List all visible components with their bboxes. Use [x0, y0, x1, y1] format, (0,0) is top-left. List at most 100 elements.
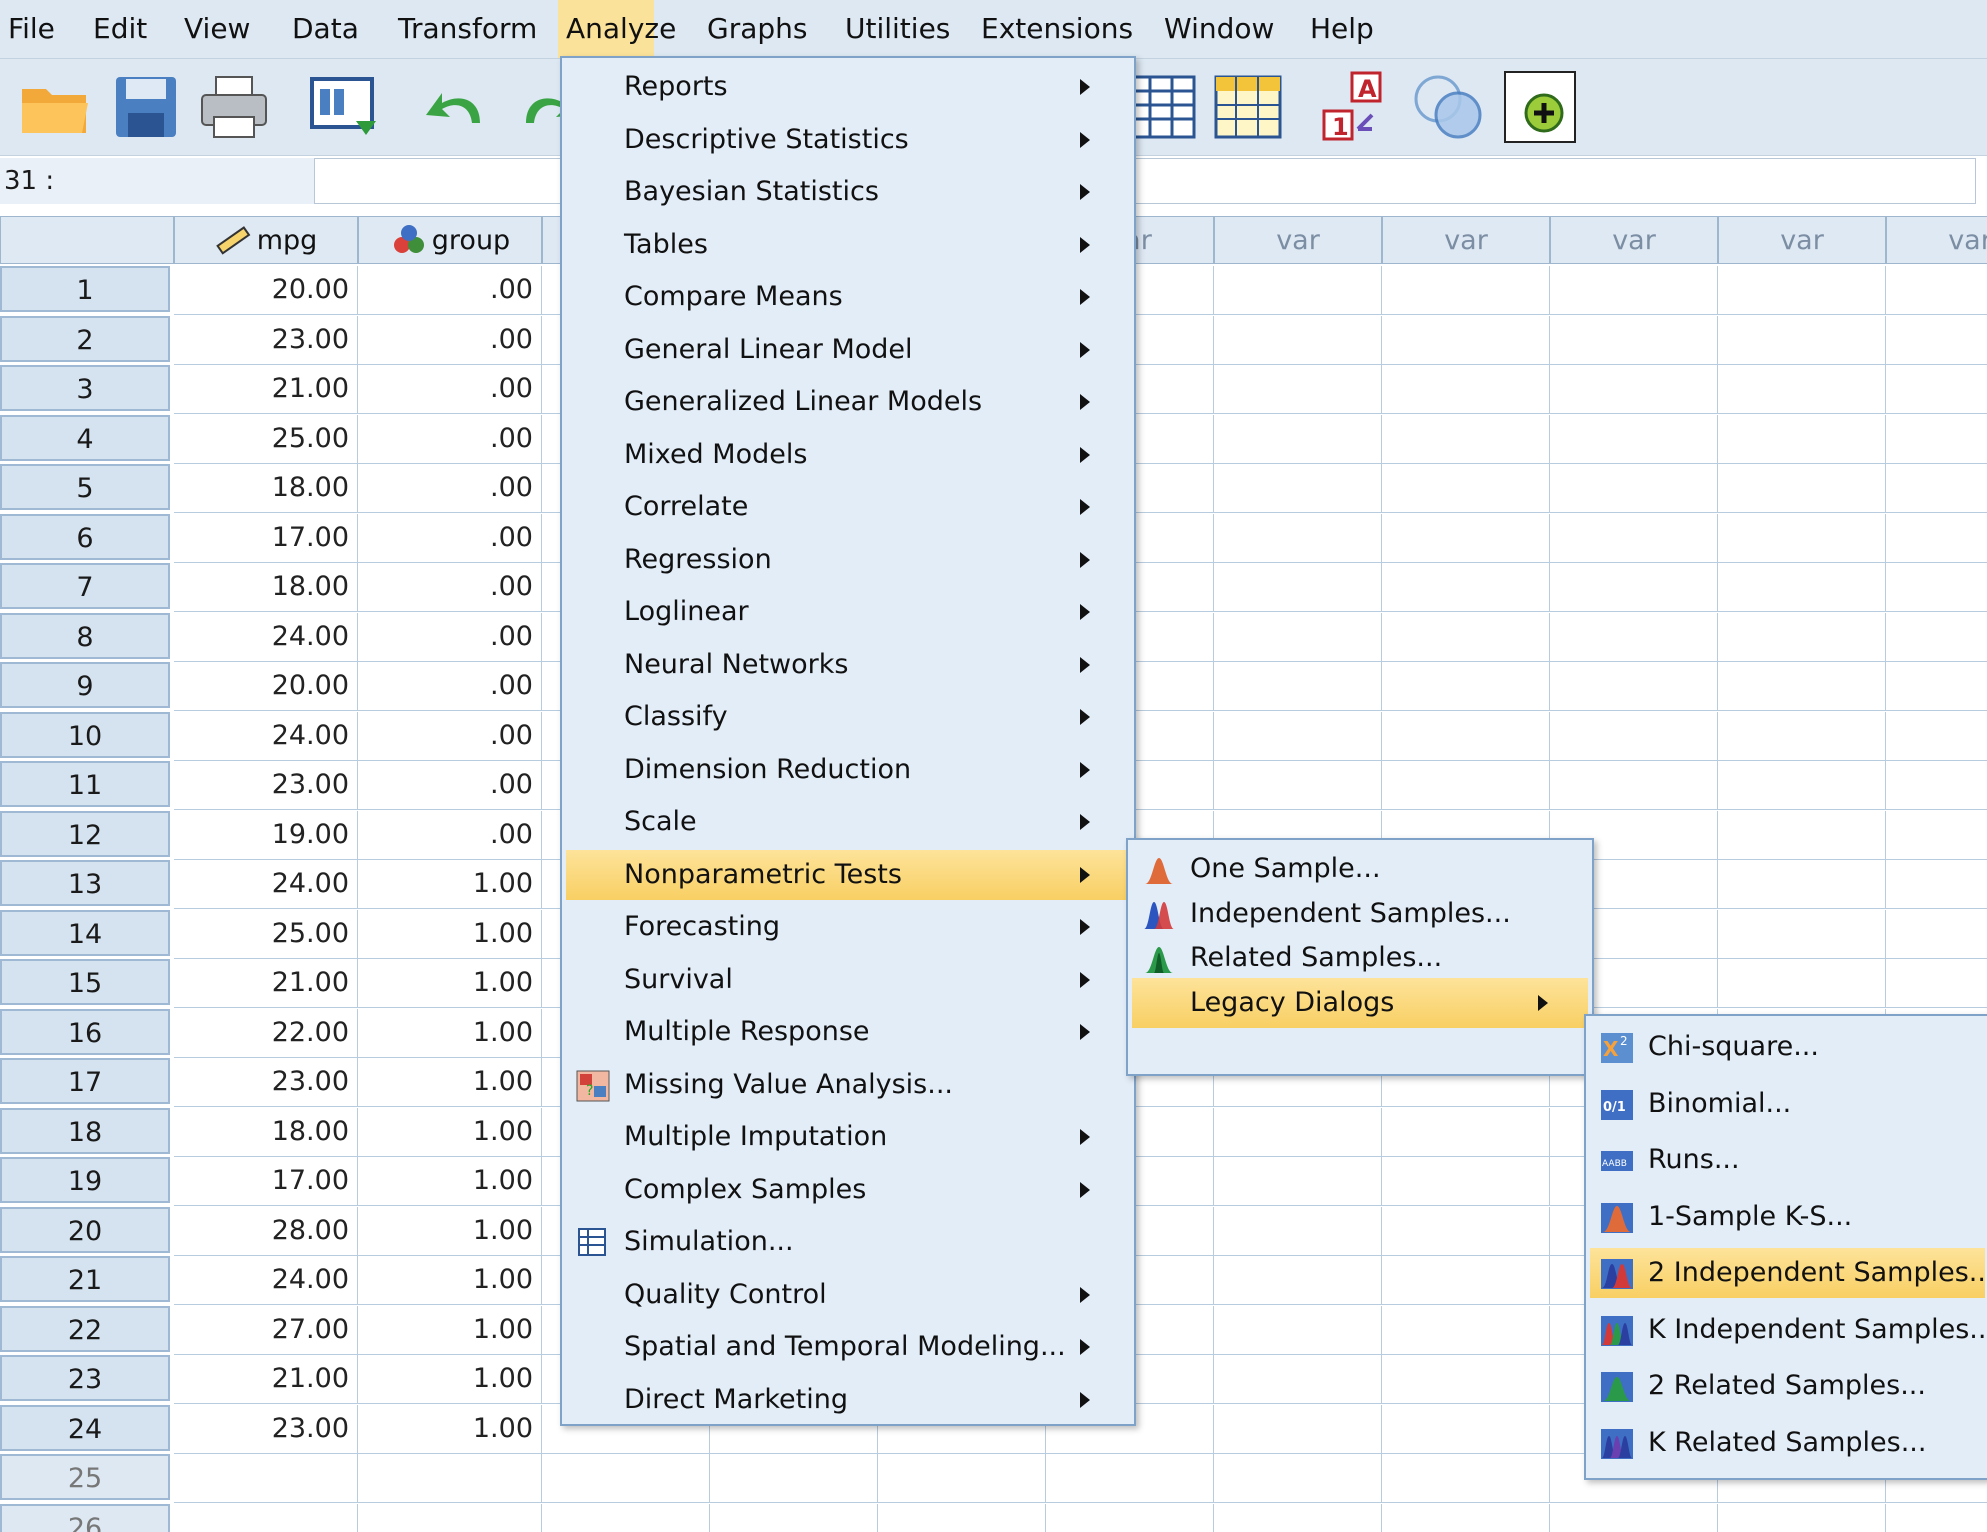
- menu-item-quality-control[interactable]: Quality Control: [566, 1270, 1130, 1320]
- cell-group[interactable]: .00: [358, 316, 542, 365]
- cell-empty[interactable]: [1718, 860, 1886, 909]
- cell-empty[interactable]: [1214, 1157, 1382, 1206]
- cell-empty[interactable]: [1382, 415, 1550, 464]
- cell-group[interactable]: 1.00: [358, 1058, 542, 1107]
- column-header-group[interactable]: group: [358, 216, 542, 264]
- menu-item-generalized-linear-models[interactable]: Generalized Linear Models: [566, 377, 1130, 427]
- legacy-item-2-related-samples[interactable]: 2 Related Samples...: [1590, 1361, 1985, 1411]
- cell-empty[interactable]: [1886, 910, 1987, 959]
- cell-empty[interactable]: [1214, 761, 1382, 810]
- cell-group[interactable]: 1.00: [358, 1355, 542, 1404]
- row-header[interactable]: 3: [0, 365, 170, 411]
- menu-file[interactable]: File: [0, 0, 63, 58]
- cell-empty[interactable]: [878, 1454, 1046, 1503]
- column-header-var[interactable]: var: [1214, 216, 1382, 264]
- cell-empty[interactable]: [1718, 910, 1886, 959]
- cell-empty[interactable]: [1382, 464, 1550, 513]
- legacy-item-chi-square[interactable]: X 2 Chi-square...: [1590, 1022, 1985, 1072]
- menu-item-forecasting[interactable]: Forecasting: [566, 902, 1130, 952]
- cell-empty[interactable]: [1382, 266, 1550, 315]
- cell-group[interactable]: .00: [358, 415, 542, 464]
- cell-empty[interactable]: [1886, 316, 1987, 365]
- menu-item-missing-value-analysis[interactable]: ? Missing Value Analysis...: [566, 1060, 1130, 1110]
- legacy-item-k-independent-samples[interactable]: K Independent Samples...: [1590, 1305, 1987, 1355]
- cell-mpg[interactable]: 22.00: [174, 1009, 358, 1058]
- cell-group[interactable]: .00: [358, 613, 542, 662]
- row-header[interactable]: 1: [0, 266, 170, 312]
- cell-empty[interactable]: [1214, 514, 1382, 563]
- cell-empty[interactable]: [1550, 464, 1718, 513]
- use-sets-icon[interactable]: [1410, 69, 1486, 145]
- cell-empty[interactable]: [1550, 662, 1718, 711]
- row-header[interactable]: 14: [0, 910, 170, 956]
- cell-empty[interactable]: [1214, 1108, 1382, 1157]
- cell-empty[interactable]: [1046, 1454, 1214, 1503]
- cell-empty[interactable]: [1382, 563, 1550, 612]
- cell-empty[interactable]: [1718, 1504, 1886, 1532]
- menu-item-tables[interactable]: Tables: [566, 220, 1130, 270]
- cell-mpg[interactable]: 21.00: [174, 1355, 358, 1404]
- data-grid-alt-icon[interactable]: [1210, 69, 1286, 145]
- cell-group[interactable]: 1.00: [358, 860, 542, 909]
- row-header[interactable]: 16: [0, 1009, 170, 1055]
- cell-empty[interactable]: [1718, 514, 1886, 563]
- add-variable-icon[interactable]: [1504, 71, 1576, 143]
- row-header[interactable]: 7: [0, 563, 170, 609]
- cell-empty[interactable]: [1382, 1306, 1550, 1355]
- cell-empty[interactable]: [1214, 563, 1382, 612]
- value-labels-icon[interactable]: A1: [1318, 69, 1394, 145]
- cell-empty[interactable]: [1550, 613, 1718, 662]
- cell-empty[interactable]: [1214, 1355, 1382, 1404]
- cell-empty[interactable]: [1382, 1355, 1550, 1404]
- row-header[interactable]: 25: [0, 1454, 170, 1500]
- cell-mpg[interactable]: [174, 1504, 358, 1532]
- cell-empty[interactable]: [1886, 712, 1987, 761]
- menu-item-scale[interactable]: Scale: [566, 797, 1130, 847]
- menu-transform[interactable]: Transform: [390, 0, 545, 58]
- cell-empty[interactable]: [1718, 712, 1886, 761]
- cell-empty[interactable]: [1886, 662, 1987, 711]
- cell-empty[interactable]: [1886, 1504, 1987, 1532]
- cell-empty[interactable]: [1382, 365, 1550, 414]
- menu-item-general-linear-model[interactable]: General Linear Model: [566, 325, 1130, 375]
- cell-mpg[interactable]: 23.00: [174, 1405, 358, 1454]
- menu-window[interactable]: Window: [1156, 0, 1282, 58]
- row-header[interactable]: 26: [0, 1504, 170, 1532]
- row-header[interactable]: 12: [0, 811, 170, 857]
- cell-empty[interactable]: [1214, 1405, 1382, 1454]
- cell-mpg[interactable]: 25.00: [174, 415, 358, 464]
- cell-empty[interactable]: [1382, 1108, 1550, 1157]
- submenu-item-related-samples[interactable]: Related Samples...: [1132, 933, 1588, 983]
- cell-group[interactable]: .00: [358, 266, 542, 315]
- print-icon[interactable]: [196, 69, 272, 145]
- cell-empty[interactable]: [1550, 712, 1718, 761]
- row-header[interactable]: 20: [0, 1207, 170, 1253]
- cell-empty[interactable]: [1718, 464, 1886, 513]
- cell-group[interactable]: 1.00: [358, 1009, 542, 1058]
- menu-item-dimension-reduction[interactable]: Dimension Reduction: [566, 745, 1130, 795]
- cell-empty[interactable]: [1382, 1454, 1550, 1503]
- cell-mpg[interactable]: 24.00: [174, 613, 358, 662]
- row-header[interactable]: 15: [0, 959, 170, 1005]
- cell-group[interactable]: [358, 1454, 542, 1503]
- cell-empty[interactable]: [1214, 613, 1382, 662]
- menu-item-reports[interactable]: Reports: [566, 62, 1130, 112]
- cell-empty[interactable]: [1550, 266, 1718, 315]
- row-header[interactable]: 9: [0, 662, 170, 708]
- cell-mpg[interactable]: 27.00: [174, 1306, 358, 1355]
- cell-empty[interactable]: [1718, 316, 1886, 365]
- cell-group[interactable]: .00: [358, 761, 542, 810]
- row-header[interactable]: 19: [0, 1157, 170, 1203]
- cell-mpg[interactable]: 17.00: [174, 514, 358, 563]
- cell-mpg[interactable]: 28.00: [174, 1207, 358, 1256]
- cell-empty[interactable]: [1886, 365, 1987, 414]
- cell-mpg[interactable]: 24.00: [174, 860, 358, 909]
- column-header-var[interactable]: var: [1550, 216, 1718, 264]
- menu-item-loglinear[interactable]: Loglinear: [566, 587, 1130, 637]
- cell-empty[interactable]: [1382, 1504, 1550, 1532]
- menu-item-survival[interactable]: Survival: [566, 955, 1130, 1005]
- cell-empty[interactable]: [1214, 415, 1382, 464]
- cell-empty[interactable]: [1550, 563, 1718, 612]
- row-header[interactable]: 21: [0, 1256, 170, 1302]
- cell-empty[interactable]: [1718, 959, 1886, 1008]
